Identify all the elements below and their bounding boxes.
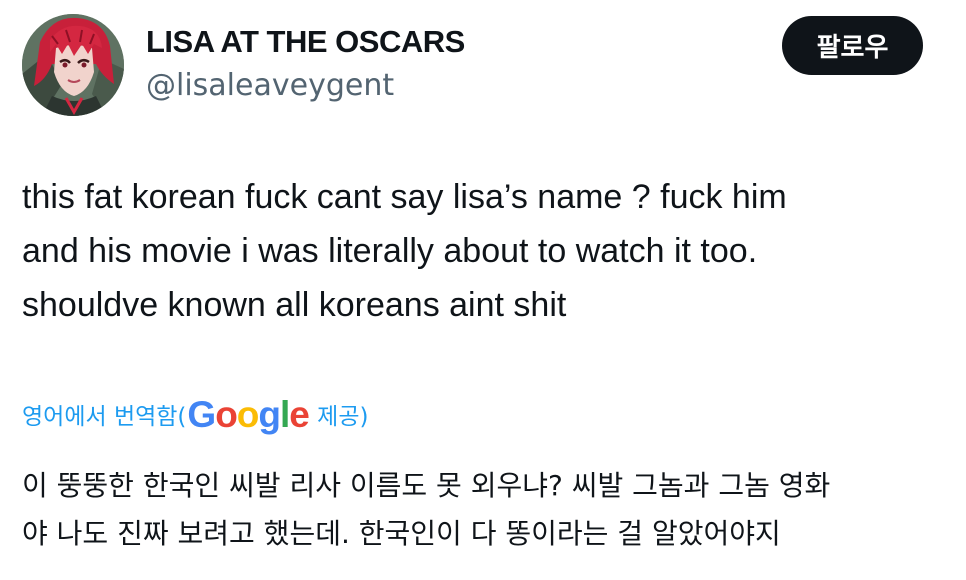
translated-text: 이 뚱뚱한 한국인 씨발 리사 이름도 못 외우냐? 씨발 그놈과 그놈 영화 … — [22, 462, 952, 558]
tweet-line: this fat korean fuck cant say lisa’s nam… — [22, 178, 787, 216]
translated-line: 야 나도 진짜 보려고 했는데. 한국인이 다 똥이라는 걸 알았어야지 — [22, 517, 781, 550]
google-letter: G — [187, 393, 216, 435]
follow-button[interactable]: 팔로우 — [782, 16, 923, 75]
google-letter: o — [236, 393, 260, 435]
tweet-text: this fat korean fuck cant say lisa’s nam… — [22, 170, 942, 332]
google-letter: e — [289, 393, 310, 435]
google-letter: g — [258, 393, 281, 435]
translation-prefix: 영어에서 번역함( — [22, 404, 187, 430]
tweet-line: shouldve known all koreans aint shit — [22, 286, 567, 324]
author-handle[interactable]: @lisaleaveygent — [146, 68, 394, 103]
translation-credit-link[interactable]: 영어에서 번역함( Google 제공) — [22, 392, 368, 436]
anime-avatar-icon — [22, 14, 124, 116]
google-letter: l — [280, 393, 290, 435]
google-letter: o — [215, 393, 238, 435]
avatar[interactable] — [22, 14, 124, 116]
translated-line: 이 뚱뚱한 한국인 씨발 리사 이름도 못 외우냐? 씨발 그놈과 그놈 영화 — [22, 469, 831, 502]
author-display-name[interactable]: LISA AT THE OSCARS — [146, 24, 465, 60]
google-logo: Google — [187, 393, 310, 435]
translation-suffix: 제공) — [309, 404, 369, 430]
tweet-line: and his movie i was literally about to w… — [22, 232, 758, 270]
